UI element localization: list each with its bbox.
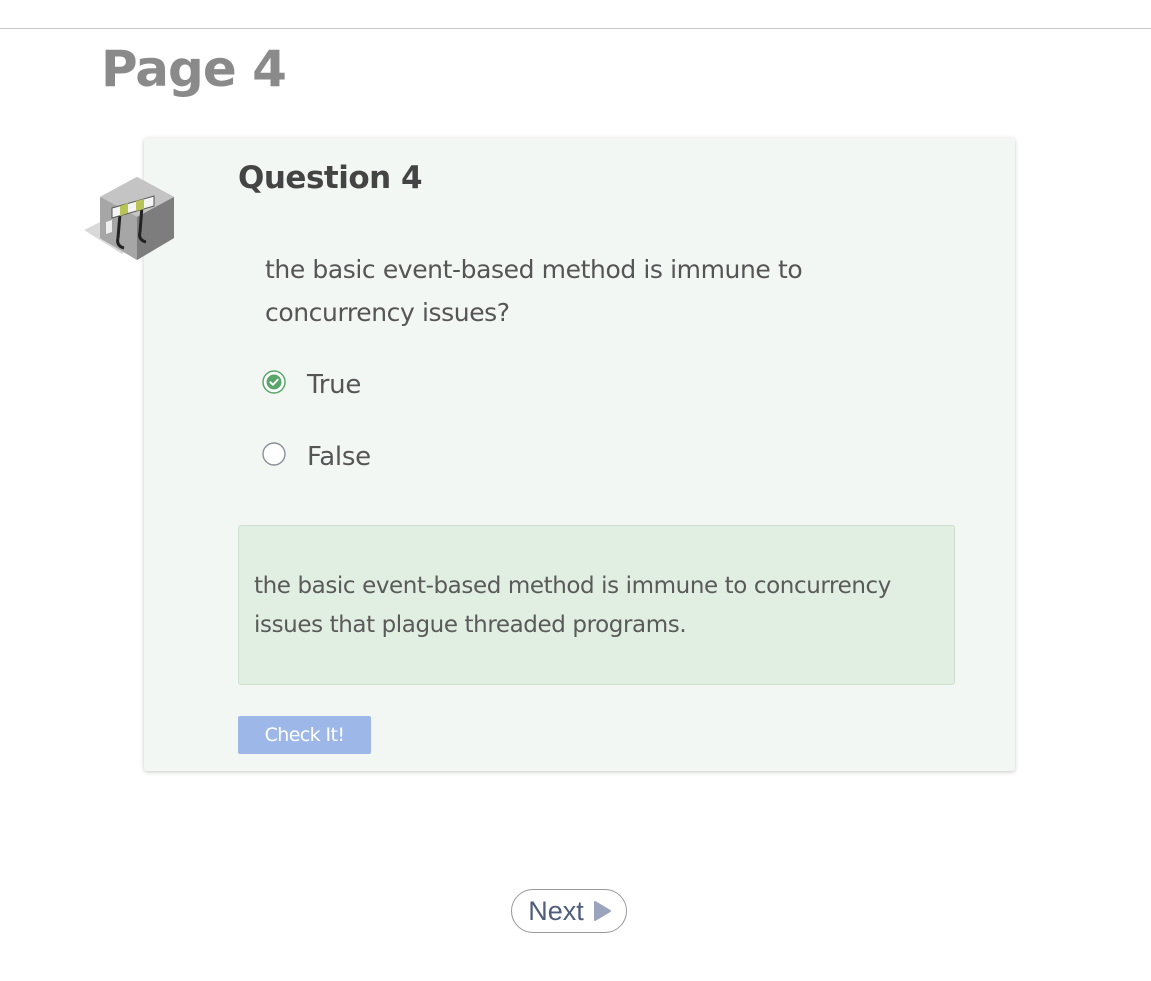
feedback-panel: the basic event-based method is immune t… xyxy=(238,525,955,685)
radio-checked-icon[interactable] xyxy=(262,370,286,394)
play-arrow-icon xyxy=(593,901,611,921)
barrier-icon xyxy=(84,177,174,260)
answer-option-false[interactable]: False xyxy=(262,438,371,472)
top-divider xyxy=(0,28,1151,29)
question-heading: Question 4 xyxy=(238,160,423,196)
feedback-text: the basic event-based method is immune t… xyxy=(254,573,891,638)
option-label: True xyxy=(307,370,362,400)
radio-unchecked-icon[interactable] xyxy=(262,442,286,466)
question-prompt: the basic event-based method is immune t… xyxy=(265,255,803,327)
next-label: Next xyxy=(528,895,584,926)
answer-option-true[interactable]: True xyxy=(262,366,362,400)
next-button[interactable]: Next xyxy=(511,889,627,933)
check-it-button[interactable]: Check It! xyxy=(238,716,371,754)
option-label: False xyxy=(307,442,371,472)
page-title: Page 4 xyxy=(101,40,287,98)
